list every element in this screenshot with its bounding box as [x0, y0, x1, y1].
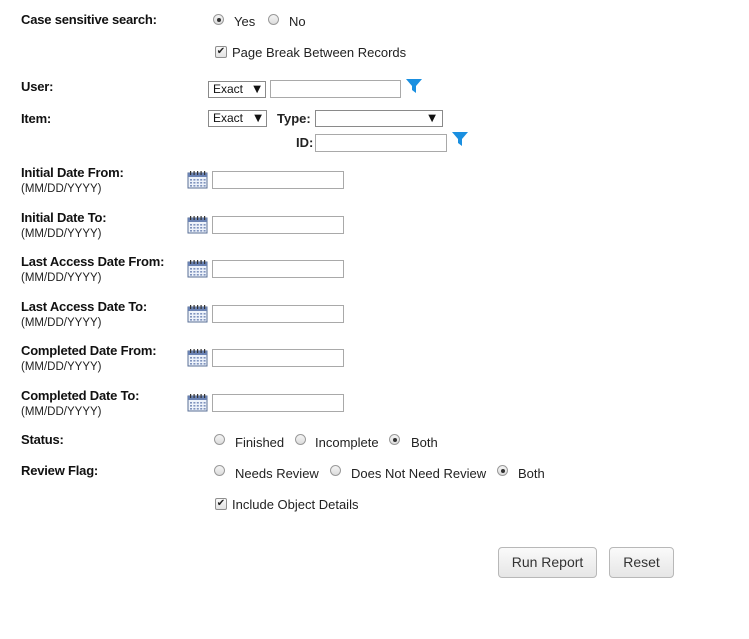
status-both-label: Both	[411, 435, 438, 450]
case-yes-label: Yes	[234, 14, 256, 29]
review-needs-label: Needs Review	[235, 466, 319, 481]
calendar-icon[interactable]	[187, 304, 208, 323]
item-label: Item:	[21, 111, 52, 126]
date-format-hint: (MM/DD/YYYY)	[21, 317, 102, 329]
date-format-hint: (MM/DD/YYYY)	[21, 228, 102, 240]
case-sensitive-label: Case sensitive search:	[21, 12, 157, 27]
date-format-hint: (MM/DD/YYYY)	[21, 406, 102, 418]
date-label: Completed Date To:	[21, 388, 140, 403]
page-break-checkbox[interactable]: ✔	[215, 46, 227, 58]
date-label: Last Access Date From:	[21, 254, 165, 269]
case-yes-radio[interactable]	[213, 14, 224, 25]
include-details-checkbox[interactable]: ✔	[215, 498, 227, 510]
calendar-icon[interactable]	[187, 259, 208, 278]
item-id-input[interactable]	[315, 134, 447, 152]
case-no-radio[interactable]	[268, 14, 279, 25]
item-match-select[interactable]: Exact ▼	[208, 110, 267, 127]
date-input[interactable]	[212, 394, 344, 412]
date-format-hint: (MM/DD/YYYY)	[21, 272, 102, 284]
date-input[interactable]	[212, 171, 344, 189]
user-filter-icon[interactable]	[405, 78, 423, 94]
calendar-icon[interactable]	[187, 170, 208, 189]
chevron-down-icon: ▼	[254, 113, 262, 124]
user-input[interactable]	[270, 80, 401, 98]
calendar-icon[interactable]	[187, 215, 208, 234]
calendar-icon[interactable]	[187, 348, 208, 367]
review-flag-label: Review Flag:	[21, 463, 99, 478]
review-not-needed-radio[interactable]	[330, 465, 341, 476]
case-no-label: No	[289, 14, 306, 29]
date-input[interactable]	[212, 216, 344, 234]
status-incomplete-radio[interactable]	[295, 434, 306, 445]
date-label: Last Access Date To:	[21, 299, 148, 314]
item-type-label: Type:	[277, 111, 311, 126]
user-match-select[interactable]: Exact ▼	[208, 81, 266, 98]
review-both-label: Both	[518, 466, 545, 481]
review-not-needed-label: Does Not Need Review	[351, 466, 487, 481]
page-break-label: Page Break Between Records	[232, 45, 407, 60]
run-report-button[interactable]: Run Report	[498, 547, 597, 578]
date-format-hint: (MM/DD/YYYY)	[21, 361, 102, 373]
date-format-hint: (MM/DD/YYYY)	[21, 183, 102, 195]
status-label: Status:	[21, 432, 64, 447]
include-details-label: Include Object Details	[232, 497, 359, 512]
user-match-value: Exact	[213, 82, 244, 96]
status-incomplete-label: Incomplete	[315, 435, 379, 450]
chevron-down-icon: ▼	[253, 84, 261, 95]
item-match-value: Exact	[213, 111, 244, 125]
date-label: Initial Date From:	[21, 165, 124, 180]
item-filter-icon[interactable]	[451, 131, 469, 147]
status-both-radio[interactable]	[389, 434, 400, 445]
review-both-radio[interactable]	[497, 465, 508, 476]
status-finished-label: Finished	[235, 435, 285, 450]
date-label: Initial Date To:	[21, 210, 107, 225]
chevron-down-icon: ▼	[428, 113, 436, 124]
item-type-select[interactable]: ▼	[315, 110, 443, 127]
status-finished-radio[interactable]	[214, 434, 225, 445]
user-label: User:	[21, 79, 54, 94]
date-input[interactable]	[212, 260, 344, 278]
reset-button[interactable]: Reset	[609, 547, 674, 578]
calendar-icon[interactable]	[187, 393, 208, 412]
item-id-label: ID:	[296, 135, 314, 150]
review-needs-radio[interactable]	[214, 465, 225, 476]
date-input[interactable]	[212, 305, 344, 323]
date-label: Completed Date From:	[21, 343, 157, 358]
date-input[interactable]	[212, 349, 344, 367]
